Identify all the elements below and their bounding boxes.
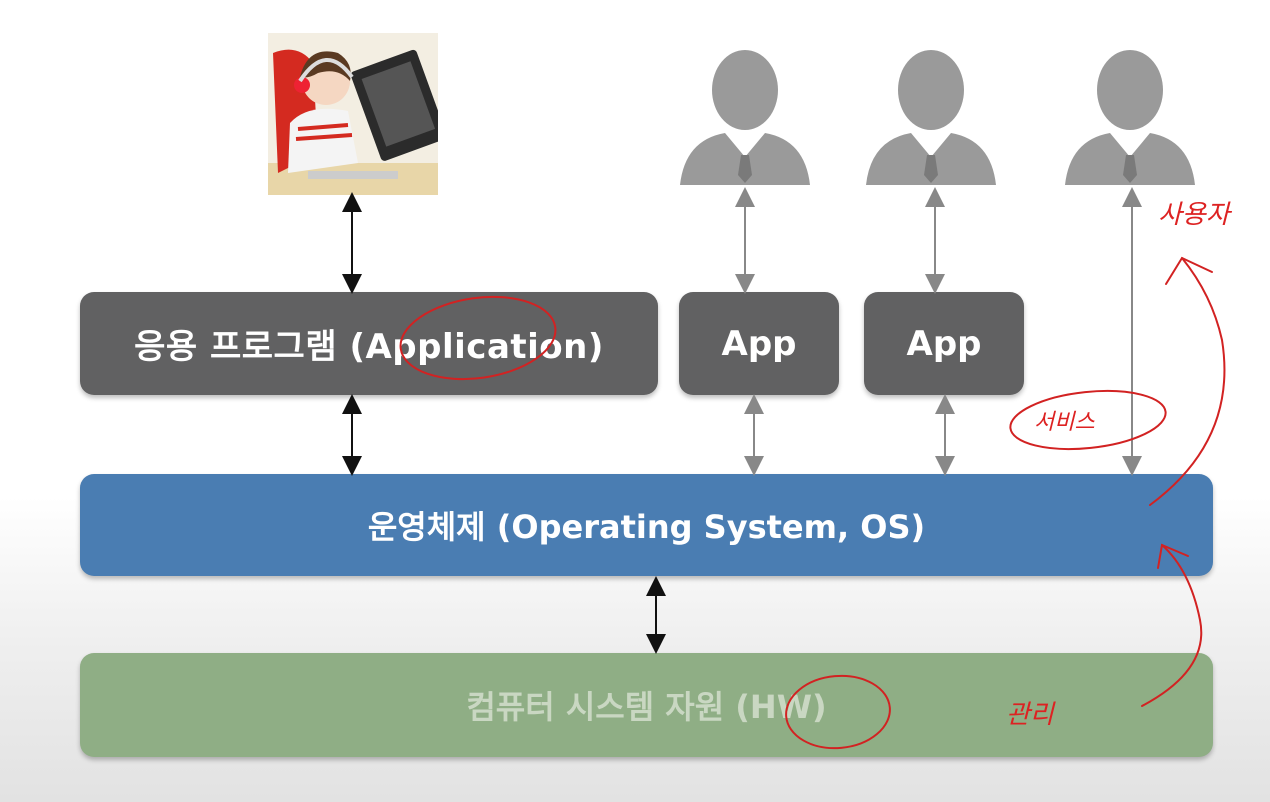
os-label: 운영체제 (Operating System, OS) [367,508,926,546]
note-user: 사용자 [1158,200,1230,230]
app-label-2: App [906,323,982,364]
application-label: 응용 프로그램 (Application) [134,327,604,367]
curve-service-to-user [1149,257,1226,506]
application-box: 응용 프로그램 (Application) [80,292,658,395]
user-icon-3 [1065,50,1195,185]
note-manage: 관리 [1006,700,1054,730]
user-illustration [268,33,438,195]
arrowhead-service [1165,256,1213,285]
note-service: 서비스 [1034,410,1095,435]
app-label-1: App [721,323,797,364]
app-box-1: App [679,292,839,395]
user-icon-1 [680,50,810,185]
os-box: 운영체제 (Operating System, OS) [80,474,1213,576]
app-box-2: App [864,292,1024,395]
hardware-label: 컴퓨터 시스템 자원 (HW) [466,688,827,726]
user-icon-2 [866,50,996,185]
